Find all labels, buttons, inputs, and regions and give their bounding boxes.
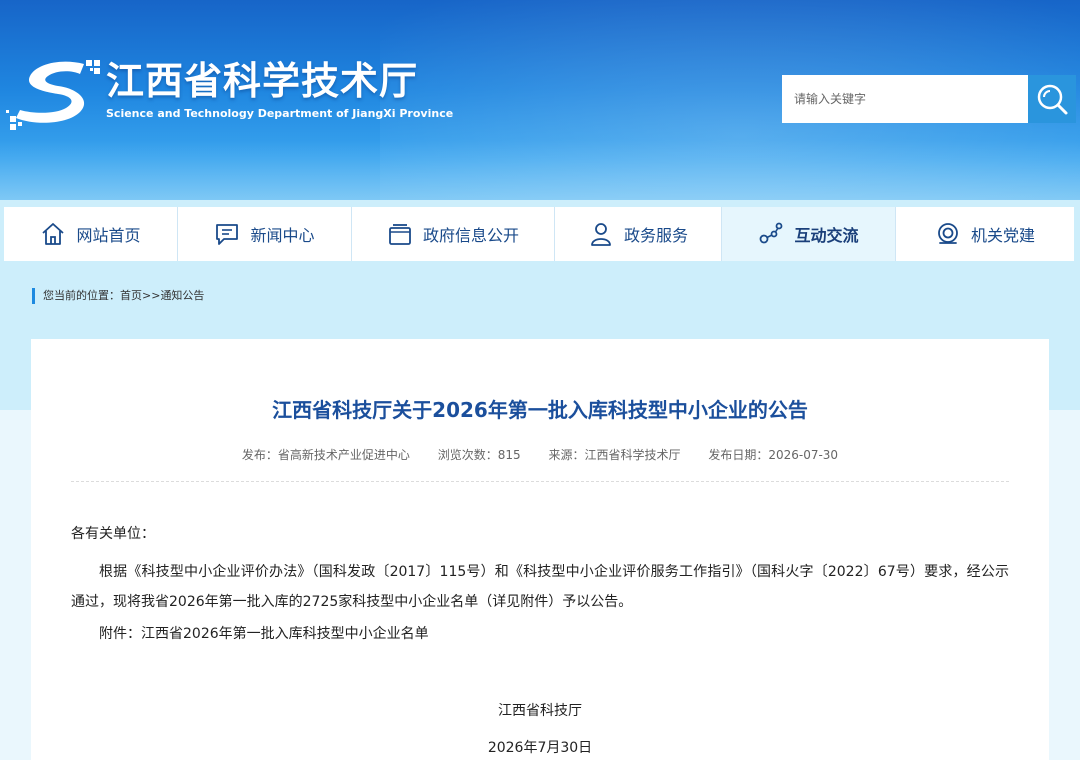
article-title: 江西省科技厅关于2026年第一批入库科技型中小企业的公告 <box>272 398 808 422</box>
logo-icon <box>6 60 100 130</box>
breadcrumb-separator: >> <box>142 289 161 302</box>
nav-label: 网站首页 <box>76 226 141 245</box>
breadcrumb-home-link[interactable]: 首页 <box>120 289 142 302</box>
home-icon <box>40 221 66 247</box>
nav-item-party[interactable]: 机关党建 <box>896 207 1074 261</box>
search-icon <box>1037 84 1068 115</box>
nav-item-gov-info[interactable]: 政府信息公开 <box>352 207 555 261</box>
nav-label: 新闻中心 <box>250 226 315 245</box>
breadcrumb-prefix: 您当前的位置： <box>43 289 120 302</box>
breadcrumb: 您当前的位置：首页>>通知公告 <box>32 288 204 304</box>
org-name-en: Science and Technology Department of Jia… <box>106 107 454 120</box>
body-paragraph: 根据《科技型中小企业评价办法》（国科发政〔2017〕115号）和《科技型中小企业… <box>71 564 1009 610</box>
site-header: 江西省科学技术厅 Science and Technology Departme… <box>0 0 1080 200</box>
salutation: 各有关单位： <box>71 526 155 542</box>
nav-item-news[interactable]: 新闻中心 <box>178 207 352 261</box>
nav-item-interaction[interactable]: 互动交流 <box>722 207 896 261</box>
breadcrumb-current-link[interactable]: 通知公告 <box>160 289 204 302</box>
search-button[interactable] <box>1028 75 1076 123</box>
nav-item-services[interactable]: 政务服务 <box>555 207 722 261</box>
nav-label: 政务服务 <box>623 226 688 245</box>
signature-date: 2026年7月30日 <box>487 740 593 756</box>
network-icon <box>758 221 784 247</box>
attachment-link[interactable]: 附件：江西省2026年第一批入库科技型中小企业名单 <box>71 619 1009 649</box>
meta-source: 来源：江西省科学技术厅 <box>548 448 681 462</box>
main-nav: 网站首页 新闻中心 政府信息公开 政务服务 互动交流 机关党建 <box>4 207 1074 261</box>
search-input[interactable] <box>782 75 1028 123</box>
signature: 江西省科技厅 <box>498 703 582 719</box>
folder-icon <box>387 221 413 247</box>
chat-icon <box>214 221 240 247</box>
badge-icon <box>935 221 961 247</box>
nav-label: 互动交流 <box>794 226 859 245</box>
nav-label: 机关党建 <box>970 226 1035 245</box>
meta-views: 浏览次数：815 <box>437 448 521 462</box>
nav-label: 政府信息公开 <box>422 226 519 245</box>
org-name-cn: 江西省科学技术厅 <box>106 59 419 103</box>
article-meta: 发布：省高新技术产业促进中心 浏览次数：815 来源：江西省科学技术厅 发布日期… <box>31 446 1049 464</box>
meta-date: 发布日期：2026-07-30 <box>708 448 839 462</box>
article-body: 各有关单位： 根据《科技型中小企业评价办法》（国科发政〔2017〕115号）和《… <box>71 519 1009 649</box>
article-panel: 江西省科技厅关于2026年第一批入库科技型中小企业的公告 发布：省高新技术产业促… <box>31 339 1049 760</box>
user-icon <box>588 221 614 247</box>
article-divider <box>71 481 1009 482</box>
nav-item-home[interactable]: 网站首页 <box>4 207 178 261</box>
meta-publisher: 发布：省高新技术产业促进中心 <box>241 448 410 462</box>
